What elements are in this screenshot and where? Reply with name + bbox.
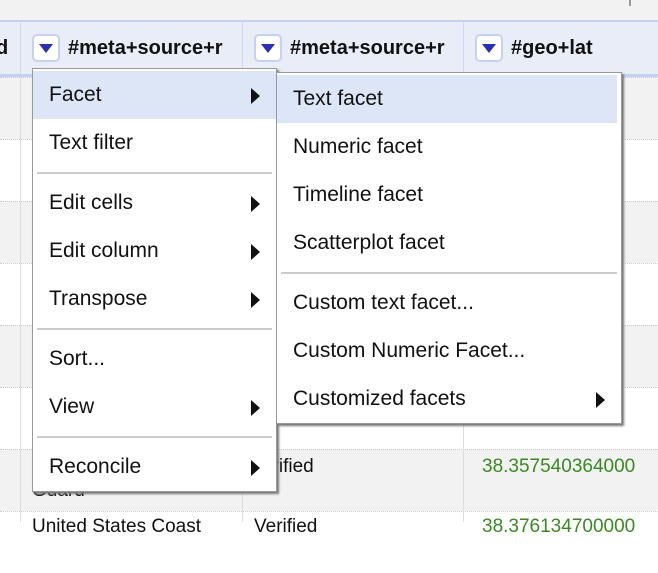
menu-item-label: Edit column [49,239,159,262]
menu-item-scatterplot-facet[interactable]: Scatterplot facet [277,219,621,267]
column-menu: Facet Text filter Edit cells Edit column… [32,68,277,492]
submenu-arrow-icon [596,392,605,408]
column-header[interactable]: #geo+lat [464,22,658,74]
column-divider [20,77,21,522]
menu-item-text-facet[interactable]: Text facet [277,75,617,123]
submenu-arrow-icon [251,400,260,416]
org-cell: United States Coast [32,516,201,537]
submenu-arrow-icon [251,244,260,260]
menu-item-edit-cells[interactable]: Edit cells [33,179,276,227]
menu-item-label: Customized facets [293,387,466,410]
menu-item-label: Timeline facet [293,183,423,206]
menu-item-label: Text filter [49,131,134,154]
menu-item-label: Custom Numeric Facet... [293,339,526,362]
submenu-arrow-icon [251,460,260,476]
menu-separator [281,272,617,274]
lat-cell: 38.376134700000 [482,516,636,537]
menu-item-label: Facet [49,83,102,106]
triangle-down-icon [482,43,496,53]
menu-item-text-filter[interactable]: Text filter [33,119,276,167]
menu-item-label: Reconcile [49,455,142,478]
menu-item-label: Scatterplot facet [293,231,445,254]
submenu-arrow-icon [251,196,260,212]
submenu-arrow-icon [251,292,260,308]
menu-item-customized-facets[interactable]: Customized facets [277,375,621,423]
menu-item-label: Transpose [49,287,148,310]
menu-item-view[interactable]: View [33,383,276,431]
top-bar [0,0,658,20]
submenu-arrow-icon [251,88,260,104]
menu-item-custom-text-facet[interactable]: Custom text facet... [277,279,621,327]
column-dropdown-button[interactable] [475,34,503,62]
column-header[interactable]: #meta+source+r [243,22,464,74]
menu-item-facet[interactable]: Facet [33,71,276,119]
divider [629,0,631,6]
menu-separator [37,436,272,438]
menu-item-timeline-facet[interactable]: Timeline facet [277,171,621,219]
column-dropdown-button[interactable] [254,34,282,62]
column-header[interactable]: d [0,22,21,74]
lat-cell: 38.357540364000 [482,456,636,477]
triangle-down-icon [261,43,275,53]
menu-item-sort[interactable]: Sort... [33,335,276,383]
menu-item-label: Sort... [49,347,106,370]
menu-item-edit-column[interactable]: Edit column [33,227,276,275]
status-cell: Verified [254,516,318,537]
column-label: d [0,37,8,60]
menu-item-custom-numeric-facet[interactable]: Custom Numeric Facet... [277,327,621,375]
column-header[interactable]: #meta+source+r [21,22,243,74]
menu-separator [37,328,272,330]
menu-item-reconcile[interactable]: Reconcile [33,443,276,491]
facet-submenu: Text facet Numeric facet Timeline facet … [276,72,622,424]
column-dropdown-button[interactable] [32,34,60,62]
menu-item-label: View [49,395,95,418]
menu-item-label: Numeric facet [293,135,423,158]
menu-separator [37,172,272,174]
menu-item-label: Custom text facet... [293,291,474,314]
menu-item-label: Text facet [293,87,383,110]
menu-item-transpose[interactable]: Transpose [33,275,276,323]
column-label: #meta+source+r [290,36,445,59]
column-label: #meta+source+r [68,36,223,59]
column-label: #geo+lat [511,36,593,59]
menu-item-numeric-facet[interactable]: Numeric facet [277,123,621,171]
menu-item-label: Edit cells [49,191,134,214]
triangle-down-icon [39,43,53,53]
